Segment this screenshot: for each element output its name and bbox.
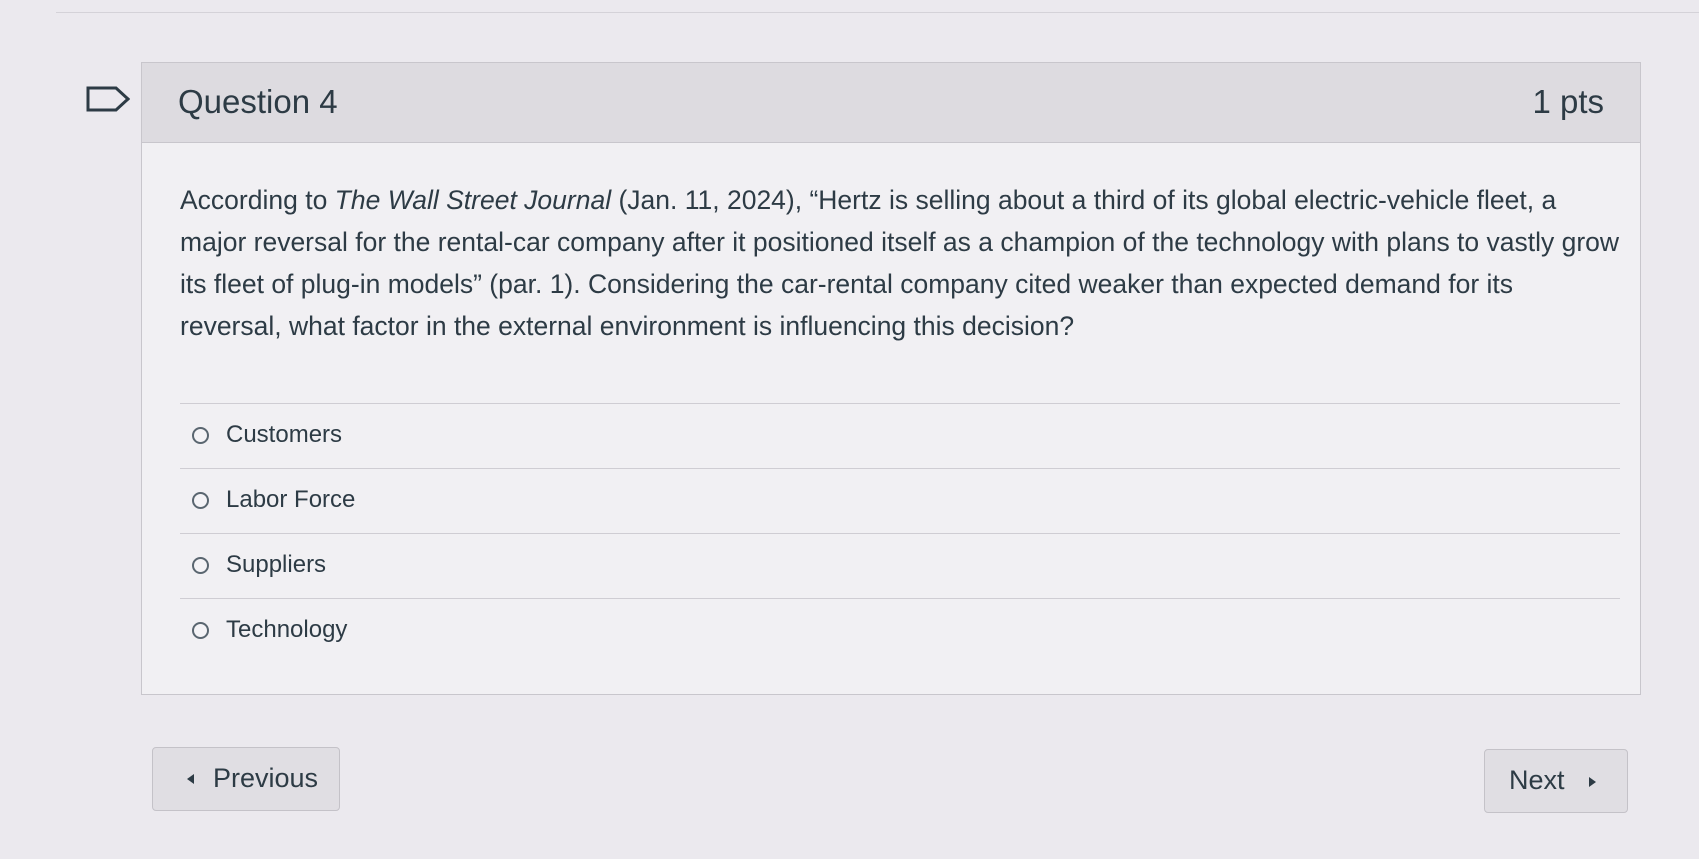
question-source-title: The Wall Street Journal bbox=[334, 185, 612, 215]
question-text: According to The Wall Street Journal (Ja… bbox=[180, 179, 1620, 347]
answer-label: Labor Force bbox=[226, 486, 356, 513]
question-title: Question 4 bbox=[178, 83, 338, 120]
answer-option-technology[interactable]: Technology bbox=[180, 599, 1620, 663]
previous-label: Previous bbox=[213, 763, 319, 793]
radio-button[interactable] bbox=[192, 427, 209, 444]
answer-option-customers[interactable]: Customers bbox=[180, 404, 1620, 469]
caret-left-icon bbox=[187, 774, 194, 784]
flag-outline-icon[interactable] bbox=[86, 86, 130, 112]
answer-label: Customers bbox=[226, 421, 343, 448]
answer-list: Customers Labor Force Suppliers Technolo… bbox=[180, 403, 1620, 663]
radio-button[interactable] bbox=[192, 557, 209, 574]
caret-right-icon bbox=[1589, 777, 1596, 787]
answer-label: Suppliers bbox=[226, 551, 327, 578]
next-button[interactable]: Next bbox=[1484, 749, 1628, 813]
previous-button[interactable]: Previous bbox=[152, 747, 340, 811]
question-card: Question 4 1 pts According to The Wall S… bbox=[141, 62, 1641, 695]
radio-button[interactable] bbox=[192, 622, 209, 639]
top-divider bbox=[56, 12, 1699, 13]
question-header: Question 4 1 pts bbox=[142, 63, 1640, 143]
question-points: 1 pts bbox=[1532, 83, 1604, 120]
radio-button[interactable] bbox=[192, 492, 209, 509]
question-text-part-1: According to bbox=[180, 185, 335, 215]
answer-option-labor-force[interactable]: Labor Force bbox=[180, 469, 1620, 534]
next-label: Next bbox=[1509, 765, 1565, 795]
answer-option-suppliers[interactable]: Suppliers bbox=[180, 534, 1620, 599]
answer-label: Technology bbox=[226, 616, 348, 643]
